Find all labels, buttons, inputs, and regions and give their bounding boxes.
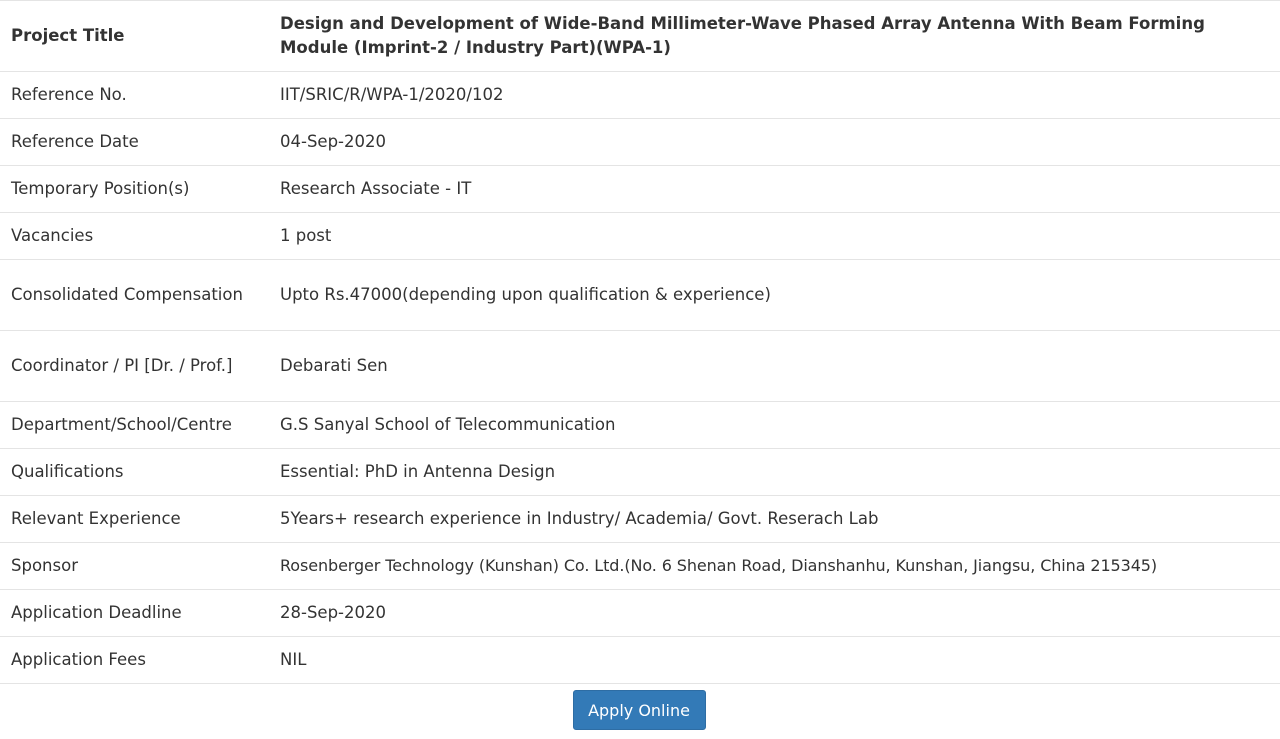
label-sponsor: Sponsor [0, 542, 269, 590]
job-details-page: Project Title Design and Development of … [0, 0, 1280, 739]
value-relevant-experience: 5Years+ research experience in Industry/… [269, 495, 1280, 543]
value-sponsor: Rosenberger Technology (Kunshan) Co. Ltd… [269, 542, 1280, 590]
value-project-title: Design and Development of Wide-Band Mill… [269, 0, 1280, 72]
label-reference-no: Reference No. [0, 71, 269, 119]
row-reference-no: Reference No. IIT/SRIC/R/WPA-1/2020/102 [0, 71, 1280, 119]
value-vacancies: 1 post [269, 212, 1280, 260]
row-project-title: Project Title Design and Development of … [0, 0, 1280, 72]
row-temporary-positions: Temporary Position(s) Research Associate… [0, 165, 1280, 213]
label-application-fees: Application Fees [0, 636, 269, 684]
row-qualifications: Qualifications Essential: PhD in Antenna… [0, 448, 1280, 496]
value-temporary-positions: Research Associate - IT [269, 165, 1280, 213]
label-relevant-experience: Relevant Experience [0, 495, 269, 543]
apply-online-button[interactable]: Apply Online [572, 690, 706, 730]
value-application-deadline: 28-Sep-2020 [269, 589, 1280, 637]
row-reference-date: Reference Date 04-Sep-2020 [0, 118, 1280, 166]
value-qualifications: Essential: PhD in Antenna Design [269, 448, 1280, 496]
row-application-fees: Application Fees NIL [0, 636, 1280, 684]
row-sponsor: Sponsor Rosenberger Technology (Kunshan)… [0, 542, 1280, 590]
label-application-deadline: Application Deadline [0, 589, 269, 637]
row-compensation: Consolidated Compensation Upto Rs.47000(… [0, 259, 1280, 331]
row-vacancies: Vacancies 1 post [0, 212, 1280, 260]
label-coordinator: Coordinator / PI [Dr. / Prof.] [0, 330, 269, 402]
value-compensation: Upto Rs.47000(depending upon qualificati… [269, 259, 1280, 331]
job-details-table: Project Title Design and Development of … [0, 0, 1280, 684]
value-application-fees: NIL [269, 636, 1280, 684]
value-department: G.S Sanyal School of Telecommunication [269, 401, 1280, 449]
label-vacancies: Vacancies [0, 212, 269, 260]
value-coordinator: Debarati Sen [269, 330, 1280, 402]
label-qualifications: Qualifications [0, 448, 269, 496]
row-department: Department/School/Centre G.S Sanyal Scho… [0, 401, 1280, 449]
row-relevant-experience: Relevant Experience 5Years+ research exp… [0, 495, 1280, 543]
label-compensation: Consolidated Compensation [0, 259, 269, 331]
value-reference-no: IIT/SRIC/R/WPA-1/2020/102 [269, 71, 1280, 119]
label-reference-date: Reference Date [0, 118, 269, 166]
row-application-deadline: Application Deadline 28-Sep-2020 [0, 589, 1280, 637]
label-project-title: Project Title [0, 0, 269, 72]
label-temporary-positions: Temporary Position(s) [0, 165, 269, 213]
label-department: Department/School/Centre [0, 401, 269, 449]
value-reference-date: 04-Sep-2020 [269, 118, 1280, 166]
row-coordinator: Coordinator / PI [Dr. / Prof.] Debarati … [0, 330, 1280, 402]
apply-button-container: Apply Online [0, 690, 1280, 730]
